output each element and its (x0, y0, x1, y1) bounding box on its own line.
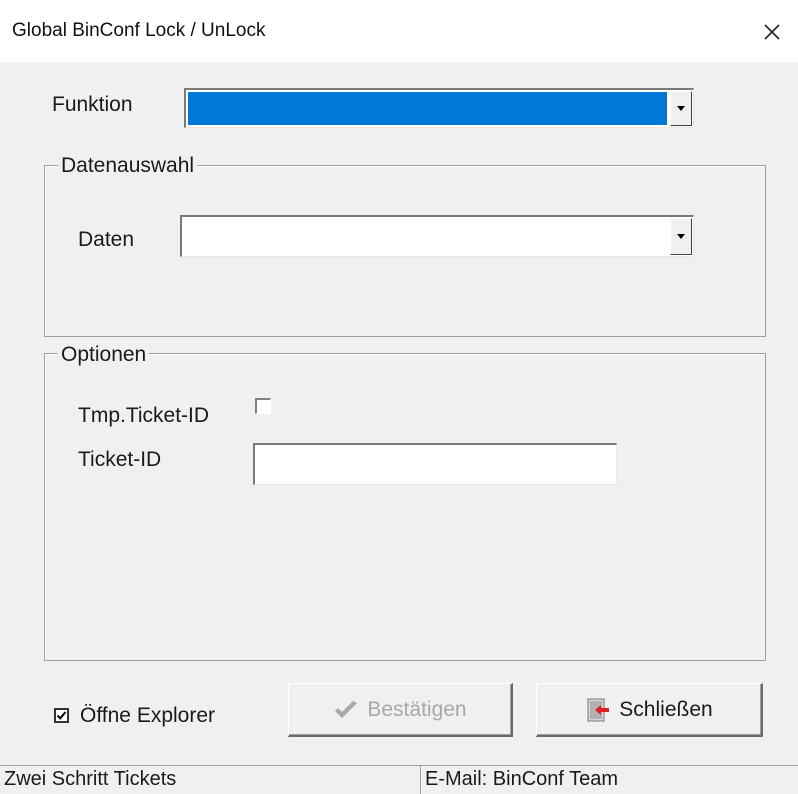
tmp-ticket-id-label: Tmp.Ticket-ID (78, 404, 210, 427)
daten-label: Daten (78, 228, 135, 251)
window-title: Global BinConf Lock / UnLock (12, 20, 266, 41)
status-left-text: Zwei Schritt Tickets (4, 768, 177, 790)
tmp-ticket-id-checkbox[interactable] (255, 398, 271, 414)
close-button[interactable]: Schließen (536, 683, 763, 737)
confirm-button-label: Bestätigen (367, 697, 467, 721)
funktion-dropdown-button[interactable] (670, 91, 692, 126)
funktion-label: Funktion (52, 93, 133, 116)
optionen-legend: Optionen (58, 343, 150, 367)
exit-door-icon (587, 698, 610, 721)
title-bar: Global BinConf Lock / UnLock (0, 0, 798, 62)
ticket-id-label: Ticket-ID (78, 448, 162, 471)
status-bar: Zwei Schritt Tickets E-Mail: BinConf Tea… (0, 763, 798, 794)
datenauswahl-legend: Datenauswahl (58, 154, 198, 178)
close-icon (764, 24, 780, 40)
chevron-down-icon (677, 106, 685, 111)
status-panel-left: Zwei Schritt Tickets (0, 765, 420, 794)
open-explorer-label: Öffne Explorer (80, 704, 216, 727)
funktion-combobox[interactable] (184, 88, 694, 128)
close-window-button[interactable] (750, 10, 794, 54)
status-right-text: E-Mail: BinConf Team (425, 768, 619, 790)
checkmark-icon (56, 711, 67, 720)
close-button-label: Schließen (619, 697, 713, 721)
open-explorer-checkbox[interactable] (54, 708, 69, 723)
chevron-down-icon (677, 234, 685, 239)
checkmark-icon (335, 700, 358, 718)
confirm-button[interactable]: Bestätigen (288, 683, 513, 737)
ticket-id-input[interactable] (253, 443, 617, 485)
daten-dropdown-button[interactable] (670, 218, 692, 255)
optionen-group (44, 353, 766, 661)
status-panel-right: E-Mail: BinConf Team (420, 765, 798, 794)
funktion-selection-highlight (188, 92, 667, 125)
daten-combobox[interactable] (180, 215, 694, 257)
